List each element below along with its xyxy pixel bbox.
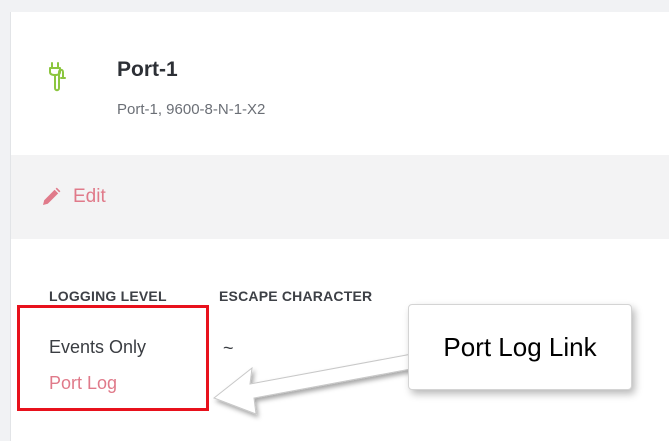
highlight-box [17, 305, 209, 411]
port-title: Port-1 [117, 58, 178, 81]
pencil-icon [43, 187, 61, 205]
serial-port-icon [49, 62, 66, 92]
edit-label: Edit [73, 186, 106, 207]
escape-character-header: ESCAPE CHARACTER [219, 288, 373, 304]
port-header: Port-1 Port-1, 9600-8-N-1-X2 [11, 12, 669, 155]
edit-button[interactable]: Edit [41, 183, 106, 211]
logging-level-header: LOGGING LEVEL [49, 288, 167, 304]
callout-text: Port Log Link [443, 331, 597, 362]
port-settings-subtitle: Port-1, 9600-8-N-1-X2 [117, 101, 266, 118]
action-toolbar: Edit [11, 155, 669, 239]
callout-label: Port Log Link [408, 304, 632, 390]
